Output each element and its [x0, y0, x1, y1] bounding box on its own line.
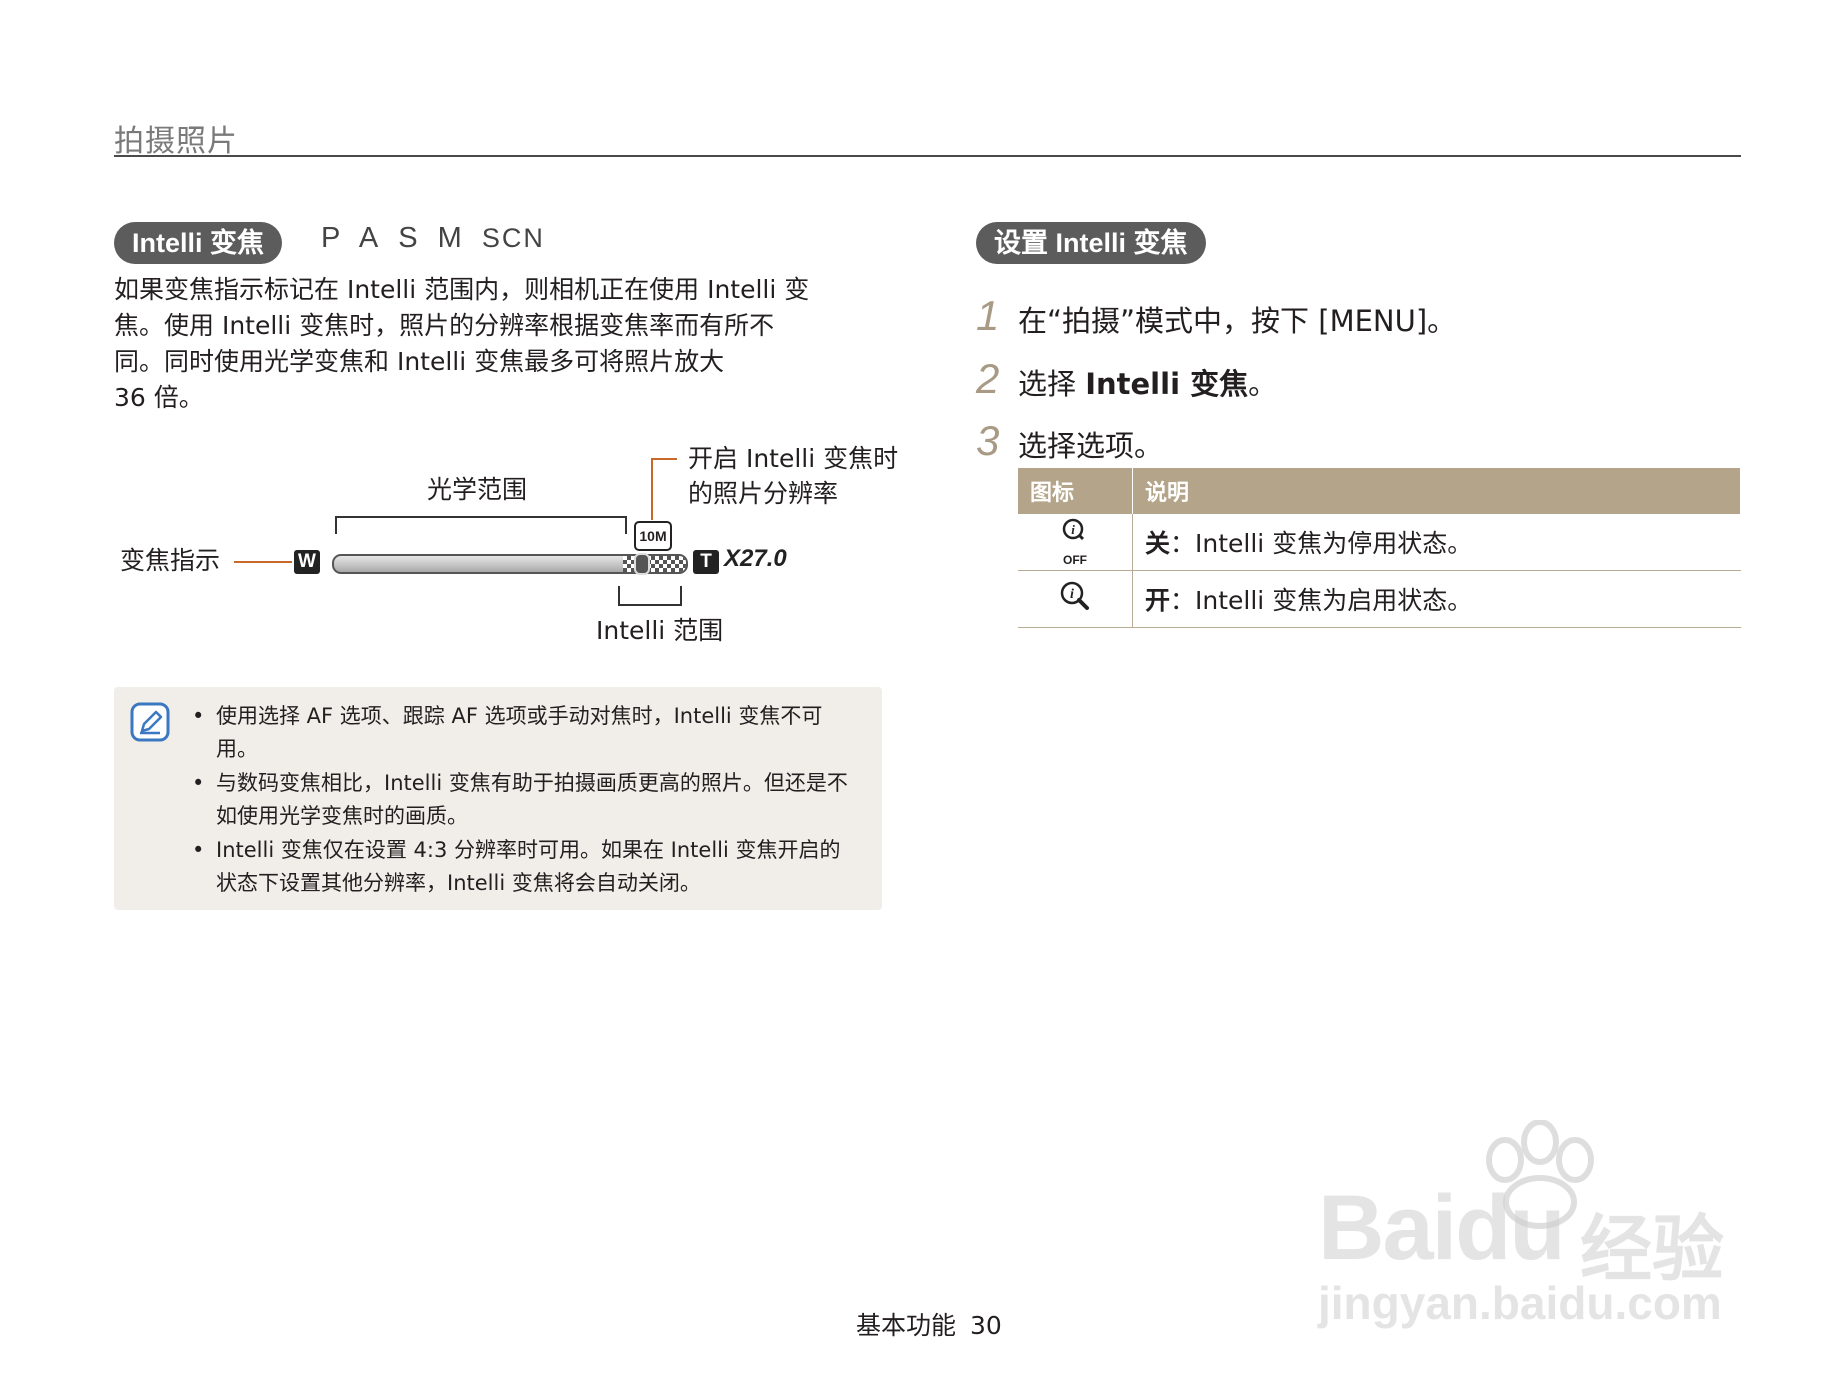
tele-icon: T: [693, 550, 719, 574]
step-number: 2: [976, 355, 1000, 402]
resolution-leader-h: [651, 458, 677, 460]
note-item: Intelli 变焦仅在设置 4:3 分辨率时可用。如果在 Intelli 变焦…: [190, 834, 860, 900]
page-footer: 基本功能 30: [856, 1306, 1016, 1342]
table-row: i OFF 关：Intelli 变焦为停用状态。: [1018, 514, 1741, 571]
intelli-range-label: Intelli 范围: [596, 616, 724, 645]
watermark-brand-part1: Bai: [1318, 1177, 1457, 1279]
option-description: ：Intelli 变焦为启用状态。: [1170, 586, 1473, 615]
page-number: 30: [970, 1311, 1002, 1340]
watermark-url: jingyan.baidu.com: [1318, 1277, 1722, 1329]
svg-text:i: i: [1071, 522, 1075, 537]
mode-s: S: [398, 222, 420, 254]
resolution-label-line2: 的照片分辨率: [688, 479, 839, 508]
paragraph-line: 焦。使用 Intelli 变焦时，照片的分辨率根据变焦率而有所不: [114, 311, 775, 340]
intelli-off-icon: i OFF: [1018, 514, 1133, 571]
intelli-range-bracket: [618, 586, 682, 606]
table-cell-description: 开：Intelli 变焦为启用状态。: [1132, 570, 1741, 628]
option-name: 开: [1145, 586, 1171, 615]
paragraph-line: 36 倍。: [114, 383, 204, 412]
table-cell-description: 关：Intelli 变焦为停用状态。: [1132, 514, 1741, 571]
resolution-leader-v: [651, 458, 653, 520]
section-title: 拍摄照片: [114, 124, 238, 159]
mode-m: M: [437, 222, 464, 254]
off-label: OFF: [1063, 553, 1087, 567]
intelli-range-segment: [623, 556, 686, 572]
note-pencil-icon: [130, 702, 170, 742]
step-text: 选择 Intelli 变焦。: [1018, 361, 1277, 403]
mode-scn: SCN: [481, 223, 545, 253]
watermark-brand: Baidu: [1318, 1176, 1566, 1281]
option-name: 关: [1145, 529, 1171, 558]
intelli-on-icon: i: [1018, 570, 1133, 628]
paragraph-line: 同。同时使用光学变焦和 Intelli 变焦最多可将照片放大: [114, 347, 725, 376]
table-row: i 开：Intelli 变焦为启用状态。: [1018, 570, 1741, 628]
option-description: ：Intelli 变焦为停用状态。: [1170, 529, 1473, 558]
svg-text:i: i: [1070, 587, 1074, 602]
footer-label: 基本功能: [856, 1311, 957, 1340]
step-number: 1: [976, 292, 1000, 339]
resolution-badge-text: 10M: [639, 528, 667, 544]
resolution-badge-icon: 10M: [634, 521, 672, 551]
step-text-bold: Intelli 变焦: [1085, 367, 1249, 401]
paragraph-line: 如果变焦指示标记在 Intelli 范围内，则相机正在使用 Intelli 变: [114, 275, 810, 304]
step-text: 选择选项。: [1018, 429, 1164, 463]
header-divider: [114, 155, 1741, 157]
zoom-indicator-leader: [234, 561, 292, 563]
shooting-modes: P A S M SCN: [321, 222, 553, 255]
optical-range-bracket: [335, 516, 627, 534]
mode-a: A: [358, 222, 381, 254]
step-text-prefix: 选择: [1018, 367, 1086, 401]
table-header-icon: 图标: [1018, 468, 1133, 514]
table-header-description: 说明: [1132, 468, 1741, 514]
intelli-zoom-pill: Intelli 变焦: [114, 222, 283, 264]
mode-p: P: [321, 222, 343, 254]
zoom-value: X27.0: [724, 545, 787, 572]
wide-icon: W: [294, 550, 320, 574]
step-text-suffix: 。: [1248, 367, 1278, 401]
zoom-indicator-label: 变焦指示: [120, 546, 221, 575]
step-text: 在“拍摄”模式中，按下 [MENU]。: [1018, 304, 1457, 338]
note-item: 与数码变焦相比，Intelli 变焦有助于拍摄画质更高的照片。但还是不如使用光学…: [190, 767, 860, 833]
table-header-row: 图标 说明: [1018, 468, 1741, 514]
note-item: 使用选择 AF 选项、跟踪 AF 选项或手动对焦时，Intelli 变焦不可用。: [190, 700, 860, 766]
intro-paragraph: 如果变焦指示标记在 Intelli 范围内，则相机正在使用 Intelli 变 …: [114, 272, 874, 416]
resolution-label-line1: 开启 Intelli 变焦时: [688, 444, 899, 473]
watermark-brand-part2: du: [1455, 1177, 1565, 1279]
options-table: 图标 说明 i OFF 关：Intelli 变焦为停用状态。 i 开：Intel…: [1018, 468, 1741, 628]
zoom-position-marker: [634, 553, 650, 575]
note-list: 使用选择 AF 选项、跟踪 AF 选项或手动对焦时，Intelli 变焦不可用。…: [190, 700, 860, 901]
step-number: 3: [976, 417, 1000, 464]
setup-intelli-zoom-pill: 设置 Intelli 变焦: [976, 222, 1206, 264]
optical-range-label: 光学范围: [427, 475, 528, 504]
